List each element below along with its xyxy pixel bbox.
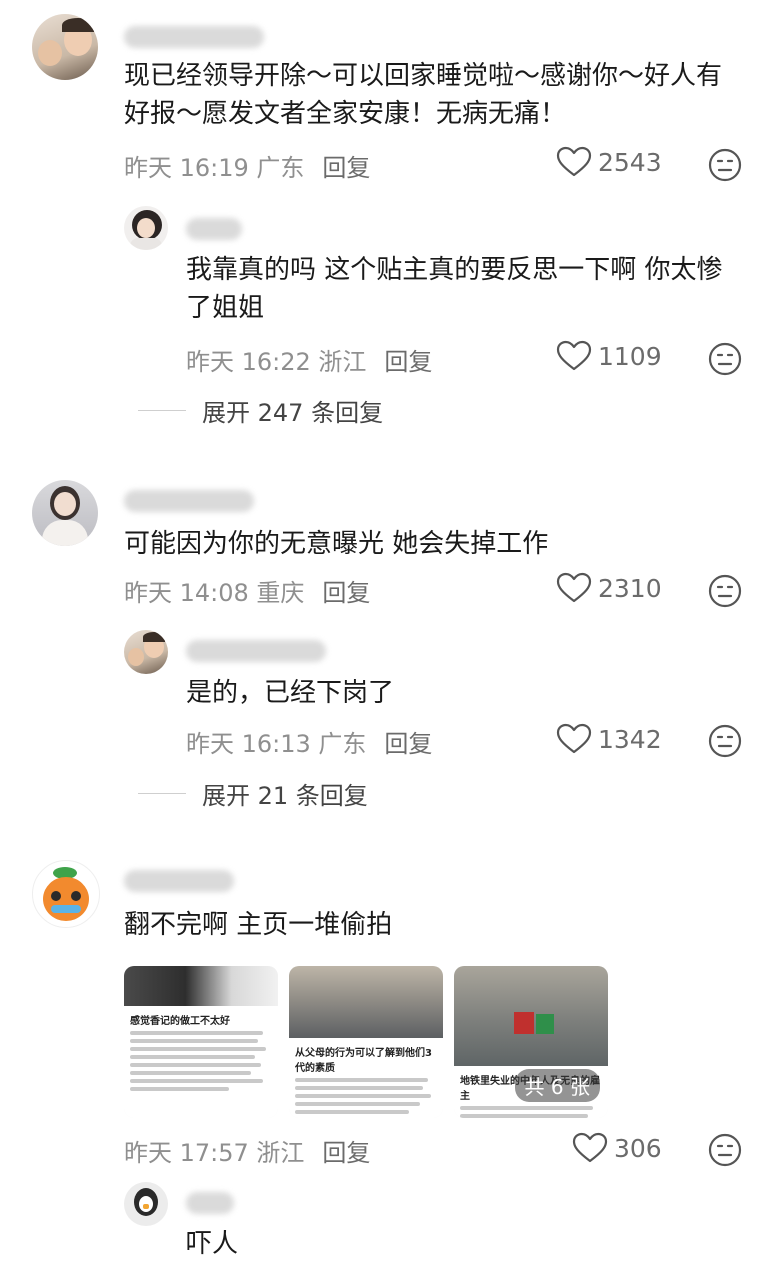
comment-text: 翻不完啊 主页一堆偷拍: [124, 910, 393, 940]
username-blurred[interactable]: [124, 26, 264, 48]
neutral-face-icon[interactable]: [708, 148, 742, 182]
reply-username-blurred[interactable]: [186, 218, 242, 240]
like-button[interactable]: 1109: [556, 340, 662, 372]
reply-text: 我靠真的吗 这个贴主真的要反思一下啊 你太惨了姐姐: [186, 255, 723, 323]
reply-username-blurred[interactable]: [186, 640, 326, 662]
comment-meta: 昨天 17:57 浙江 回复: [124, 1133, 370, 1168]
gallery-photo: [289, 966, 443, 1038]
expand-replies-label: 展开 21 条回复: [202, 782, 368, 810]
gallery-photo: [124, 966, 278, 1006]
like-count: 1109: [598, 341, 662, 371]
comment-text: 现已经领导开除～可以回家睡觉啦～感谢你～好人有好报～愿发文者全家安康！无病无痛！: [124, 61, 723, 129]
expand-divider: [138, 410, 186, 411]
gallery-image[interactable]: 感觉香记的做工不太好: [124, 966, 278, 1118]
username-blurred[interactable]: [124, 490, 254, 512]
expand-replies-button[interactable]: 展开 247 条回复: [138, 393, 383, 428]
gallery-image[interactable]: 地铁里失业的中年人及无良的雇主 共 6 张: [454, 966, 608, 1118]
reply-meta: 昨天 16:13 广东 回复: [186, 724, 432, 759]
like-count: 306: [614, 1133, 662, 1163]
gallery-article: 感觉香记的做工不太好: [124, 1006, 278, 1118]
like-count: 1342: [598, 724, 662, 754]
avatar[interactable]: [32, 14, 98, 80]
reply-time-location: 昨天 16:13 广东: [186, 730, 367, 758]
like-count: 2310: [598, 573, 662, 603]
neutral-face-icon[interactable]: [708, 1133, 742, 1167]
reply-button[interactable]: 回复: [322, 154, 370, 182]
reply-button[interactable]: 回复: [384, 348, 432, 376]
comment-time-location: 昨天 17:57 浙江: [124, 1139, 305, 1167]
heart-outline-icon: [556, 146, 592, 177]
like-button[interactable]: 2310: [556, 572, 662, 604]
reply-button[interactable]: 回复: [384, 730, 432, 758]
comment-time-location: 昨天 16:19 广东: [124, 154, 305, 182]
comment-meta: 昨天 14:08 重庆 回复: [124, 573, 370, 608]
like-button[interactable]: 2543: [556, 146, 662, 178]
like-count: 2543: [598, 147, 662, 177]
comment-text: 可能因为你的无意曝光 她会失掉工作: [124, 529, 549, 559]
reply-avatar[interactable]: [124, 206, 168, 250]
gallery-headline: 从父母的行为可以了解到他们3代的素质: [295, 1048, 432, 1074]
expand-divider: [138, 793, 186, 794]
gallery-headline: 感觉香记的做工不太好: [130, 1016, 230, 1027]
neutral-face-icon[interactable]: [708, 574, 742, 608]
avatar[interactable]: [32, 480, 98, 546]
reply-avatar[interactable]: [124, 1182, 168, 1226]
neutral-face-icon[interactable]: [708, 342, 742, 376]
reply-button[interactable]: 回复: [322, 1139, 370, 1167]
reply-time-location: 昨天 16:22 浙江: [186, 348, 367, 376]
heart-outline-icon: [556, 340, 592, 371]
reply-text: 吓人: [186, 1229, 239, 1259]
neutral-face-icon[interactable]: [708, 724, 742, 758]
reply-meta: 昨天 16:22 浙江 回复: [186, 342, 432, 377]
like-button[interactable]: 306: [572, 1132, 662, 1164]
username-blurred[interactable]: [124, 870, 234, 892]
expand-replies-button[interactable]: 展开 21 条回复: [138, 776, 368, 811]
reply-avatar[interactable]: [124, 630, 168, 674]
image-count-badge: 共 6 张: [514, 1069, 600, 1102]
gallery-image[interactable]: 从父母的行为可以了解到他们3代的素质: [289, 966, 443, 1118]
expand-replies-label: 展开 247 条回复: [202, 399, 384, 427]
reply-text: 是的，已经下岗了: [186, 678, 395, 708]
like-button[interactable]: 1342: [556, 723, 662, 755]
comment-meta: 昨天 16:19 广东 回复: [124, 148, 370, 183]
heart-outline-icon: [572, 1132, 608, 1163]
avatar[interactable]: [32, 860, 100, 928]
reply-button[interactable]: 回复: [322, 579, 370, 607]
comment-time-location: 昨天 14:08 重庆: [124, 579, 305, 607]
gallery-article: 从父母的行为可以了解到他们3代的素质: [289, 1038, 443, 1118]
heart-outline-icon: [556, 723, 592, 754]
gallery-photo: [454, 966, 608, 1066]
heart-outline-icon: [556, 572, 592, 603]
reply-username-blurred[interactable]: [186, 1192, 234, 1214]
